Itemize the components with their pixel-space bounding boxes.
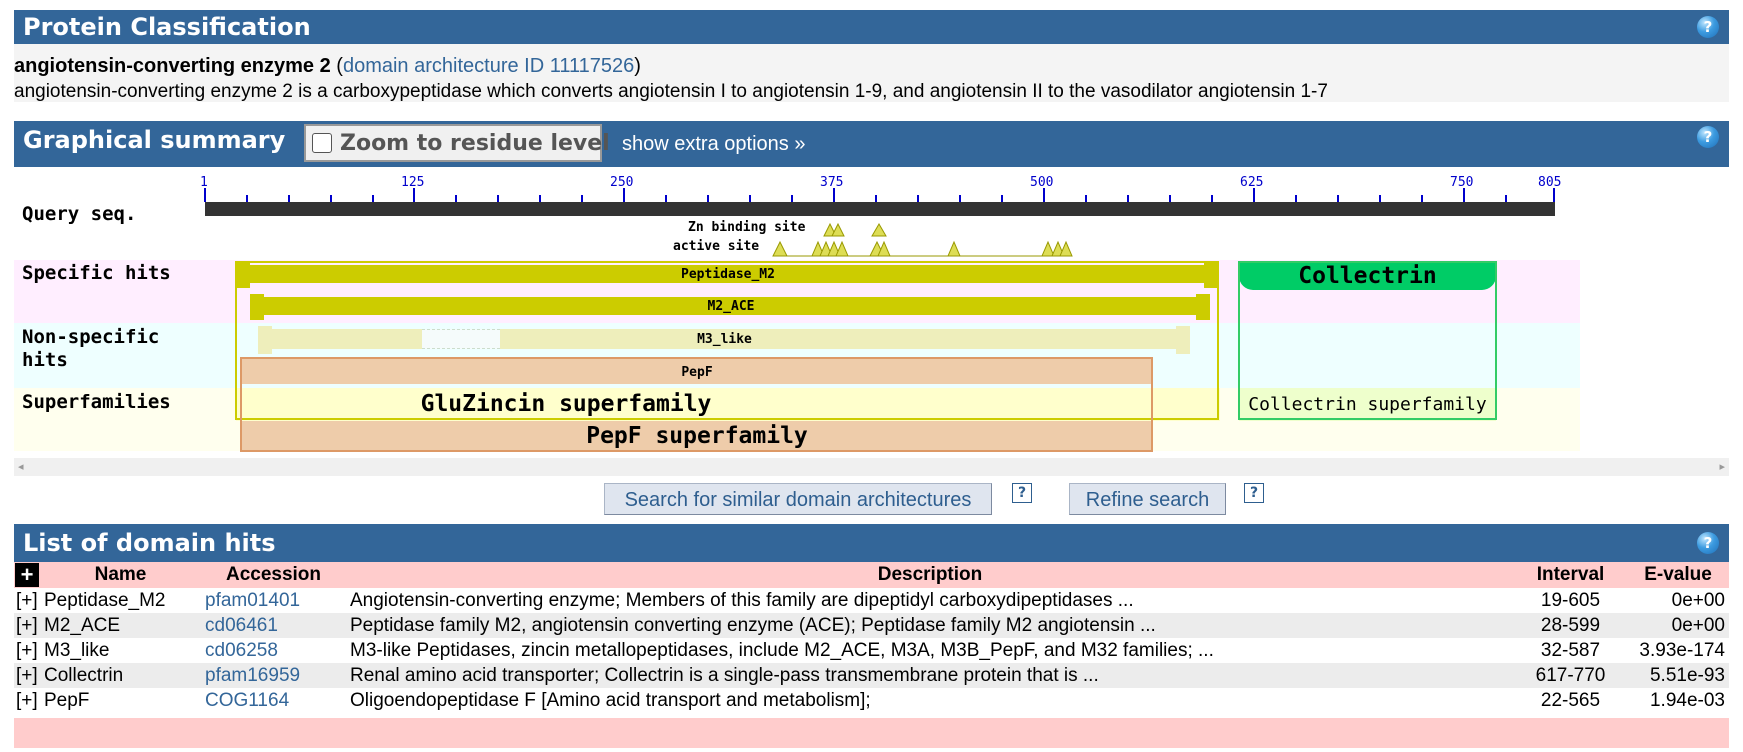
arch-prefix: ( xyxy=(330,55,343,77)
show-extra-options-link[interactable]: show extra options » xyxy=(622,133,805,156)
table-row: [+] Peptidase_M2 pfam01401 Angiotensin-c… xyxy=(14,588,1729,613)
hit-interval: 617-770 xyxy=(1514,663,1627,688)
hit-evalue: 0e+00 xyxy=(1627,613,1729,638)
zoom-label: Zoom to residue level xyxy=(340,131,610,156)
table-row: [+] PepF COG1164 Oligoendopeptidase F [A… xyxy=(14,688,1729,713)
zoom-checkbox[interactable] xyxy=(312,133,332,153)
expand-toggle[interactable]: [+] xyxy=(14,588,40,613)
column-header-interval[interactable]: Interval xyxy=(1514,562,1627,588)
protein-classification-title: Protein Classification xyxy=(23,13,311,41)
column-header-description[interactable]: Description xyxy=(346,562,1514,588)
hit-description: M3-like Peptidases, zincin metallopeptid… xyxy=(346,638,1514,663)
help-question-icon[interactable]: ? xyxy=(1012,483,1032,503)
table-row: [+] M2_ACE cd06461 Peptidase family M2, … xyxy=(14,613,1729,638)
hit-name: M2_ACE xyxy=(40,613,201,638)
accession-link[interactable]: cd06258 xyxy=(201,638,346,663)
scroll-left-arrow[interactable]: ◂ xyxy=(18,460,24,473)
graphical-summary-header: Graphical summary Zoom to residue level … xyxy=(14,121,1729,167)
protein-name: angiotensin-converting enzyme 2 xyxy=(14,55,331,77)
expand-toggle[interactable]: [+] xyxy=(14,613,40,638)
hit-description: Oligoendopeptidase F [Amino acid transpo… xyxy=(346,688,1514,713)
domain-hits-title: List of domain hits xyxy=(23,529,276,557)
table-footer-band xyxy=(14,718,1729,748)
help-icon[interactable]: ? xyxy=(1697,16,1719,38)
protein-description: angiotensin-converting enzyme 2 is a car… xyxy=(14,81,1328,102)
help-question-icon[interactable]: ? xyxy=(1244,483,1264,503)
domain-hits-table: + Name Accession Description Interval E-… xyxy=(14,562,1729,713)
table-row: [+] M3_like cd06258 M3-like Peptidases, … xyxy=(14,638,1729,663)
hit-interval: 32-587 xyxy=(1514,638,1627,663)
superfamilies-label: Superfamilies xyxy=(22,391,171,413)
protein-classification-header: Protein Classification ? xyxy=(14,10,1729,44)
accession-link[interactable]: cd06461 xyxy=(201,613,346,638)
hit-name: PepF xyxy=(40,688,201,713)
arch-suffix: ) xyxy=(634,55,641,77)
hit-evalue: 0e+00 xyxy=(1627,588,1729,613)
protein-name-line: angiotensin-converting enzyme 2 (domain … xyxy=(14,55,641,78)
column-header-evalue[interactable]: E-value xyxy=(1627,562,1729,588)
hit-interval: 19-605 xyxy=(1514,588,1627,613)
accession-link[interactable]: COG1164 xyxy=(201,688,346,713)
expand-toggle[interactable]: [+] xyxy=(14,663,40,688)
hit-description: Peptidase family M2, angiotensin convert… xyxy=(346,613,1514,638)
pepf-outline xyxy=(240,357,1153,452)
table-row: [+] Collectrin pfam16959 Renal amino aci… xyxy=(14,663,1729,688)
graphical-summary-title: Graphical summary xyxy=(23,126,286,154)
hit-interval: 28-599 xyxy=(1514,613,1627,638)
scroll-right-arrow[interactable]: ▸ xyxy=(1719,460,1725,473)
help-icon[interactable]: ? xyxy=(1697,126,1719,148)
hit-description: Renal amino acid transporter; Collectrin… xyxy=(346,663,1514,688)
hit-evalue: 1.94e-03 xyxy=(1627,688,1729,713)
nonspecific-hits-label: Non-specific xyxy=(22,326,160,348)
site-markers[interactable] xyxy=(0,218,1743,258)
nonspecific-hits-label-2: hits xyxy=(22,349,68,371)
table-header-row: + Name Accession Description Interval E-… xyxy=(14,562,1729,588)
hit-name: M3_like xyxy=(40,638,201,663)
zoom-toggle[interactable]: Zoom to residue level xyxy=(304,124,610,162)
column-header-accession[interactable]: Accession xyxy=(201,562,346,588)
accession-link[interactable]: pfam01401 xyxy=(201,588,346,613)
hit-description: Angiotensin-converting enzyme; Members o… xyxy=(346,588,1514,613)
specific-hits-label: Specific hits xyxy=(22,262,171,284)
help-icon[interactable]: ? xyxy=(1697,532,1719,554)
collectrin-outline xyxy=(1238,261,1497,420)
expand-toggle[interactable]: [+] xyxy=(14,688,40,713)
query-sequence-bar xyxy=(205,202,1555,216)
hit-interval: 22-565 xyxy=(1514,688,1627,713)
hit-name: Peptidase_M2 xyxy=(40,588,201,613)
expand-toggle[interactable]: [+] xyxy=(14,638,40,663)
expand-all-button[interactable]: + xyxy=(15,562,39,587)
hit-evalue: 5.51e-93 xyxy=(1627,663,1729,688)
search-similar-architectures-button[interactable]: Search for similar domain architectures xyxy=(604,483,992,515)
column-header-name[interactable]: Name xyxy=(40,562,201,588)
domain-architecture-link[interactable]: domain architecture ID 11117526 xyxy=(343,55,634,77)
graphic-horizontal-scrollbar[interactable]: ◂ ▸ xyxy=(14,458,1729,476)
expand-all-cell[interactable]: + xyxy=(14,562,40,588)
hit-name: Collectrin xyxy=(40,663,201,688)
accession-link[interactable]: pfam16959 xyxy=(201,663,346,688)
domain-hits-header: List of domain hits ? xyxy=(14,524,1729,562)
refine-search-button[interactable]: Refine search xyxy=(1069,483,1226,515)
hit-evalue: 3.93e-174 xyxy=(1627,638,1729,663)
